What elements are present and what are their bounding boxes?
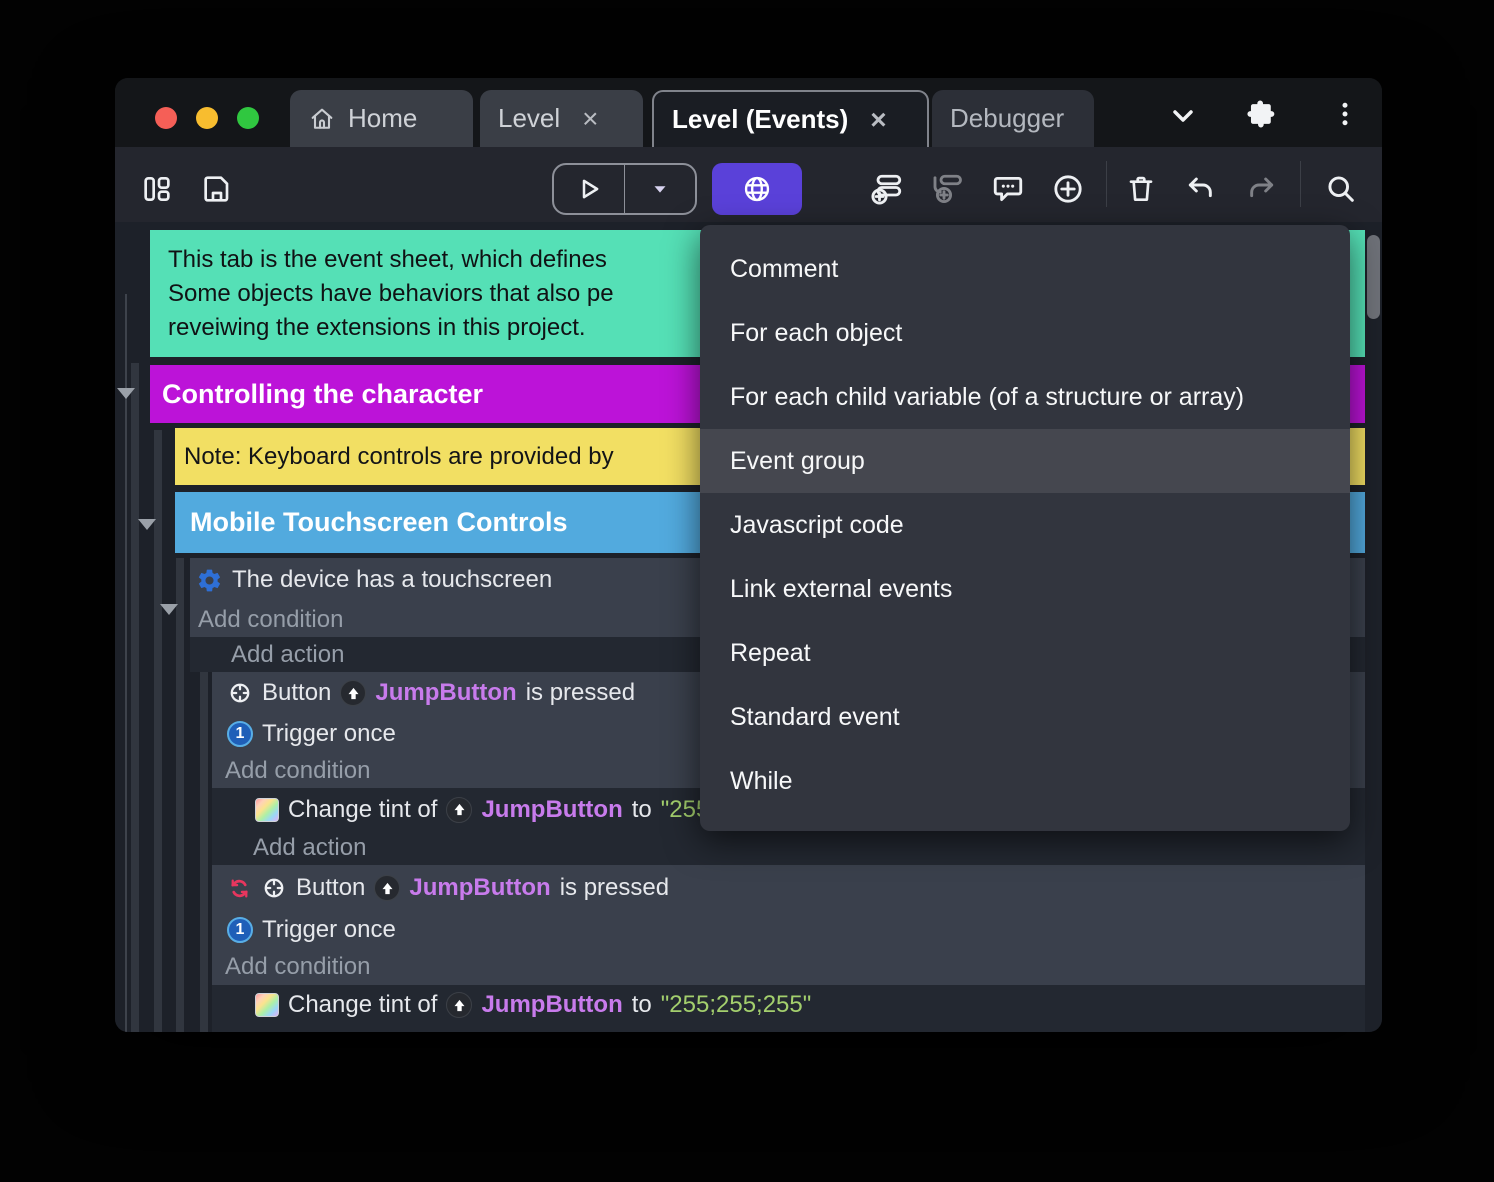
delete-icon[interactable] (1121, 169, 1161, 209)
tab-debugger-label: Debugger (950, 103, 1065, 133)
indent-guide (200, 672, 208, 1032)
menu-item-standard-event[interactable]: Standard event (700, 685, 1350, 749)
menu-item-event-group[interactable]: Event group (700, 429, 1350, 493)
menu-item-comment[interactable]: Comment (700, 237, 1350, 301)
action-row[interactable]: Change tint of JumpButton to "255;255;25… (212, 985, 1365, 1025)
tint-palette-icon (255, 797, 279, 822)
menu-item-repeat[interactable]: Repeat (700, 621, 1350, 685)
app-window: Home Level × Level (Events) × Debugger T… (115, 78, 1382, 1032)
object-thumbnail-icon (446, 992, 473, 1018)
tab-level-label: Level (498, 103, 561, 133)
collapse-triangle-icon[interactable] (117, 388, 135, 399)
add-event-icon[interactable] (867, 169, 907, 209)
event-subgroup-title: Mobile Touchscreen Controls (190, 507, 568, 537)
globe-icon (741, 173, 773, 205)
menu-item-for-each-child-variable[interactable]: For each child variable (of a structure … (700, 365, 1350, 429)
button-control-icon (261, 875, 287, 901)
object-name: JumpButton (481, 795, 623, 823)
menu-item-while[interactable]: While (700, 749, 1350, 813)
save-icon[interactable] (197, 169, 237, 209)
tab-level-events-close-icon[interactable]: × (870, 105, 886, 134)
tabs-chevron-down-icon[interactable] (1163, 96, 1203, 136)
toolbar-divider (1106, 161, 1107, 207)
redo-icon[interactable] (1241, 169, 1281, 209)
object-thumbnail-icon (340, 680, 367, 706)
menu-item-for-each-object[interactable]: For each object (700, 301, 1350, 365)
menu-item-link-external-events[interactable]: Link external events (700, 557, 1350, 621)
tab-level-events-label: Level (Events) (672, 104, 849, 134)
tab-home-label: Home (348, 103, 418, 133)
traffic-minimize-button[interactable] (196, 107, 218, 129)
inverted-condition-icon (227, 876, 252, 901)
screen: Home Level × Level (Events) × Debugger T… (0, 0, 1494, 1182)
traffic-close-button[interactable] (155, 107, 177, 129)
vertical-scrollbar-thumb[interactable] (1367, 235, 1380, 319)
preview-play-split-button (552, 163, 697, 215)
preview-globe-button[interactable] (712, 163, 802, 215)
tint-palette-icon (255, 993, 279, 1017)
object-name: JumpButton (375, 679, 517, 706)
trigger-once-icon: 1 (227, 721, 253, 747)
tab-level[interactable]: Level × (480, 90, 643, 147)
add-circle-icon[interactable] (1048, 169, 1088, 209)
add-comment-icon[interactable] (988, 169, 1028, 209)
condition-row[interactable]: 1 Trigger once (212, 911, 1365, 949)
note-text: Note: Keyboard controls are provided by (184, 442, 614, 470)
collapse-triangle-icon[interactable] (160, 604, 178, 615)
search-icon[interactable] (1321, 169, 1361, 209)
extensions-puzzle-icon[interactable] (1243, 94, 1283, 134)
add-condition-link[interactable]: Add condition (212, 949, 1365, 985)
play-options-caret-icon[interactable] (625, 165, 695, 213)
object-name: JumpButton (409, 874, 551, 901)
home-icon (308, 105, 336, 133)
undo-icon[interactable] (1181, 169, 1221, 209)
trigger-once-icon: 1 (227, 917, 253, 943)
toolbar-divider (1300, 161, 1301, 207)
condition-text: The device has a touchscreen (232, 566, 553, 593)
add-event-context-menu: Comment For each object For each child v… (700, 225, 1350, 831)
tab-debugger[interactable]: Debugger (932, 90, 1094, 147)
toolbar (115, 147, 1382, 222)
object-thumbnail-icon (374, 875, 401, 901)
play-button[interactable] (554, 165, 624, 213)
indent-guide (131, 363, 139, 1032)
add-action-link[interactable]: Add action (212, 831, 1365, 865)
menu-item-javascript-code[interactable]: Javascript code (700, 493, 1350, 557)
indent-guide (176, 558, 184, 1032)
tab-home[interactable]: Home (290, 90, 473, 147)
tint-value: "255;255;255" (660, 991, 812, 1018)
condition-row[interactable]: Button JumpButton is pressed (212, 865, 1365, 911)
tab-level-close-icon[interactable]: × (582, 104, 598, 133)
add-action-link[interactable]: Add action (212, 1025, 1365, 1032)
event-conditions[interactable]: Button JumpButton is pressed 1 Trigger o… (212, 865, 1365, 985)
window-menu-kebab-icon[interactable] (1325, 94, 1365, 134)
object-thumbnail-icon (446, 796, 473, 823)
tab-level-events[interactable]: Level (Events) × (652, 90, 929, 147)
titlebar: Home Level × Level (Events) × Debugger (115, 78, 1382, 147)
tree-line (125, 294, 127, 1032)
collapse-triangle-icon[interactable] (138, 519, 156, 530)
button-control-icon (227, 680, 253, 706)
object-name: JumpButton (481, 991, 623, 1018)
traffic-zoom-button[interactable] (237, 107, 259, 129)
gear-icon (196, 567, 223, 594)
project-manager-icon[interactable] (137, 169, 177, 209)
event-group-title: Controlling the character (162, 378, 484, 409)
add-subevent-icon[interactable] (927, 169, 967, 209)
event-actions[interactable]: Change tint of JumpButton to "255;255;25… (212, 985, 1365, 1032)
